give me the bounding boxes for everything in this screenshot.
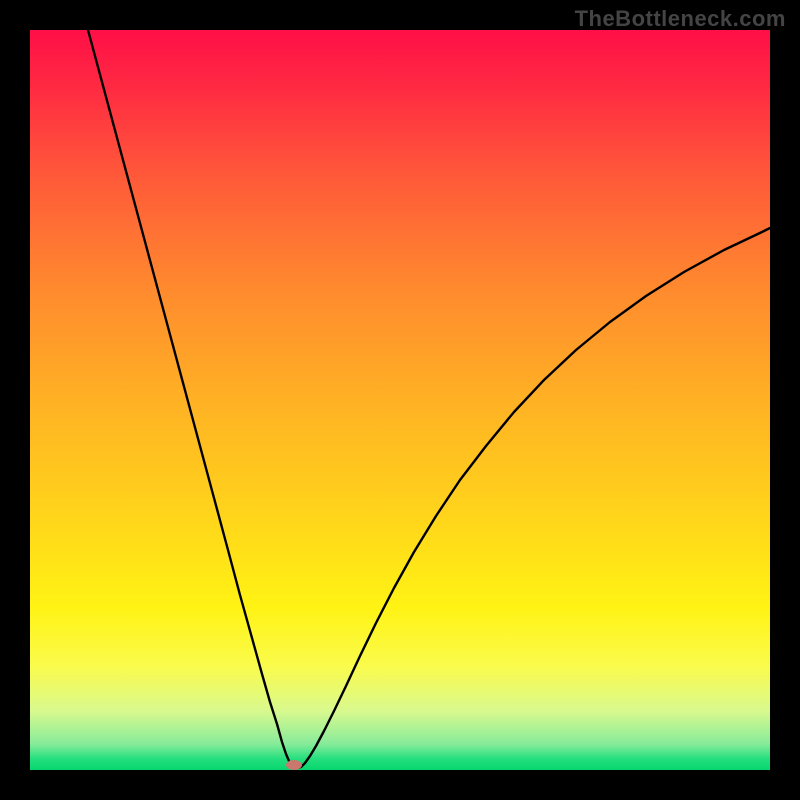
- plot-area: [30, 30, 770, 770]
- gradient-background: [30, 30, 770, 770]
- chart-frame: TheBottleneck.com: [0, 0, 800, 800]
- optimal-point-marker: [286, 760, 302, 770]
- chart-svg: [30, 30, 770, 770]
- watermark-text: TheBottleneck.com: [575, 6, 786, 32]
